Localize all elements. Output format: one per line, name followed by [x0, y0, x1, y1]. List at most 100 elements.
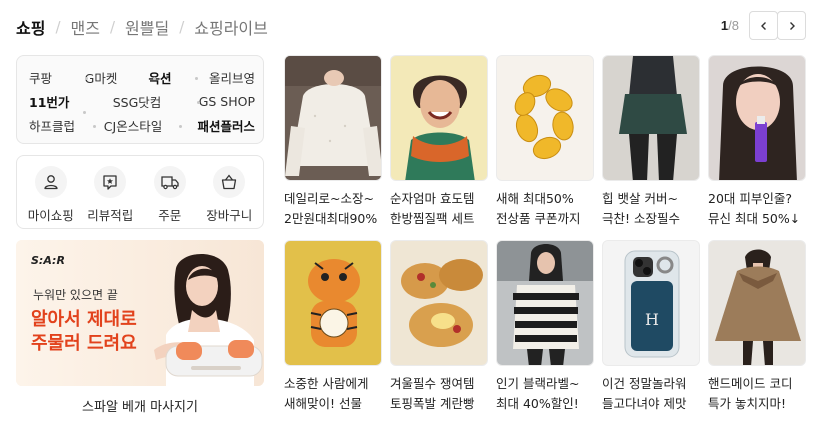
quick-label: 주문: [158, 208, 182, 223]
page-total: /8: [728, 18, 739, 33]
mall-divider-dot: [195, 77, 198, 80]
prev-page-button[interactable]: [749, 11, 778, 40]
mall-link-coupang[interactable]: 쿠팡: [17, 68, 72, 87]
ad-caption[interactable]: 스파알 베개 마사지기: [16, 396, 264, 415]
quick-my-shopping[interactable]: 마이쇼핑: [23, 156, 79, 228]
mall-link-cjonstyle[interactable]: CJ온스타일: [87, 116, 179, 135]
product-name-line1: 핸드메이드 코디: [708, 376, 793, 391]
product-thumbnail: [284, 55, 382, 181]
next-page-button[interactable]: [777, 11, 806, 40]
truck-icon: [153, 166, 186, 198]
product-name-line1: 20대 피부인줄?: [708, 191, 793, 206]
product-name-line1: 겨울필수 쟁여템: [390, 376, 475, 391]
quick-cart[interactable]: 장바구니: [201, 156, 257, 228]
ad-banner[interactable]: S:A:R 누워만 있으면 끝 알아서 제대로 주물러 드려요: [16, 240, 264, 386]
product-thumbnail: [708, 55, 806, 181]
product-name-line2: 전상품 쿠폰까지: [496, 211, 581, 226]
product-name: 데일리로~소장~ 2만원대최대90%: [284, 189, 382, 229]
product-name-line2: 토핑폭발 계란빵: [390, 396, 475, 411]
product-card[interactable]: H 이건 정말놀라워들고다녀야 제맛: [602, 240, 700, 414]
mall-link-auction[interactable]: 옥션: [130, 68, 190, 87]
quick-review-points[interactable]: 리뷰적립: [82, 156, 138, 228]
mall-divider-dot: [85, 77, 88, 80]
product-name-line2: 새해맞이! 선물: [284, 396, 362, 411]
product-name-line2: 2만원대최대90%: [284, 211, 378, 226]
product-card[interactable]: 인기 블랙라벨~ 최대 40%할인!: [496, 240, 594, 414]
product-name: 새해 최대50% 전상품 쿠폰까지: [496, 189, 594, 229]
product-name-line2: 들고다녀야 제맛: [602, 396, 687, 411]
ad-brand-logo: S:A:R: [31, 254, 65, 267]
product-name: 핸드메이드 코디특가 놓치지마!: [708, 374, 806, 414]
product-card[interactable]: 데일리로~소장~ 2만원대최대90%: [284, 55, 382, 229]
product-name: 겨울필수 쟁여템토핑폭발 계란빵: [390, 374, 488, 414]
chevron-left-icon: [760, 21, 766, 30]
product-thumbnail: [708, 240, 806, 366]
mall-divider-dot: [93, 125, 96, 128]
product-thumbnail: [390, 55, 488, 181]
product-name-line1: 소중한 사람에게: [284, 376, 369, 391]
mall-link-11st[interactable]: 11번가: [17, 92, 83, 111]
product-name: 인기 블랙라벨~ 최대 40%할인!: [496, 374, 594, 414]
mall-link-fashionplus[interactable]: 패션플러스: [179, 116, 265, 135]
product-card[interactable]: 핸드메이드 코디특가 놓치지마!: [708, 240, 806, 414]
mall-divider-dot: [179, 125, 182, 128]
tab-shopping[interactable]: 쇼핑: [16, 15, 45, 39]
product-name-line1: 이건 정말놀라워: [602, 376, 687, 391]
product-name-line1: 데일리로~소장~: [284, 191, 374, 206]
product-thumbnail: [284, 240, 382, 366]
mall-link-ssg[interactable]: SSG닷컴: [89, 92, 185, 111]
mall-link-gmarket[interactable]: G마켓: [72, 68, 130, 87]
product-name-line2: 뮤신 최대 50%↓: [708, 211, 801, 226]
product-thumbnail: [496, 55, 594, 181]
tab-mens[interactable]: 맨즈: [71, 15, 100, 39]
tab-divider: /: [109, 18, 116, 36]
product-name-line1: 인기 블랙라벨~: [496, 376, 580, 391]
product-name-line1: 새해 최대50%: [496, 191, 574, 206]
product-thumbnail: H: [602, 240, 700, 366]
quick-orders[interactable]: 주문: [142, 156, 198, 228]
product-card[interactable]: 순자엄마 효도템한방찜질팩 세트: [390, 55, 488, 229]
product-name: 순자엄마 효도템한방찜질팩 세트: [390, 189, 488, 229]
product-thumbnail: [496, 240, 594, 366]
product-name-line2: 극찬! 소장필수: [602, 211, 680, 226]
ad-headline: 알아서 제대로 주물러 드려요: [31, 309, 137, 354]
quick-label: 리뷰적립: [87, 208, 134, 223]
product-card[interactable]: 소중한 사람에게새해맞이! 선물: [284, 240, 382, 414]
mall-link-halfclub[interactable]: 하프클럽: [17, 116, 87, 135]
product-name: 힙 뱃살 커버~ 극찬! 소장필수: [602, 189, 700, 229]
review-star-icon: [94, 166, 127, 198]
tab-one-plus-deal[interactable]: 원쁠딜: [125, 15, 169, 39]
product-thumbnail: [390, 240, 488, 366]
mall-link-oliveyoung[interactable]: 올리브영: [190, 68, 265, 87]
quick-label: 장바구니: [206, 208, 253, 223]
cart-bag-icon: [213, 166, 246, 198]
person-icon: [34, 166, 67, 198]
page-indicator: 1/8: [721, 18, 739, 33]
product-name-line2: 최대 40%할인!: [496, 396, 579, 411]
product-name: 이건 정말놀라워들고다녀야 제맛: [602, 374, 700, 414]
chevron-right-icon: [789, 21, 795, 30]
product-card[interactable]: 힙 뱃살 커버~ 극찬! 소장필수: [602, 55, 700, 229]
mall-divider-dot: [153, 77, 156, 80]
mall-divider-dot: [197, 101, 200, 104]
product-card[interactable]: 새해 최대50% 전상품 쿠폰까지: [496, 55, 594, 229]
product-name-line2: 한방찜질팩 세트: [390, 211, 475, 226]
product-name-line1: 순자엄마 효도템: [390, 191, 475, 206]
product-thumbnail: [602, 55, 700, 181]
product-card[interactable]: 20대 피부인줄? 뮤신 최대 50%↓: [708, 55, 806, 229]
mall-links-box: 쿠팡 G마켓 옥션 올리브영 11번가 SSG닷컴 GS SHOP 하프클럽 C…: [16, 55, 264, 144]
product-name: 20대 피부인줄? 뮤신 최대 50%↓: [708, 189, 806, 229]
quick-label: 마이쇼핑: [27, 208, 74, 223]
shopping-tabs: 쇼핑 / 맨즈 / 원쁠딜 / 쇼핑라이브: [16, 14, 268, 40]
tab-shopping-live[interactable]: 쇼핑라이브: [194, 15, 268, 39]
ad-subtitle: 누워만 있으면 끝: [33, 288, 118, 302]
tab-divider: /: [179, 18, 185, 36]
product-card[interactable]: 겨울필수 쟁여템토핑폭발 계란빵: [390, 240, 488, 414]
product-name-line1: 힙 뱃살 커버~: [602, 191, 678, 206]
svg-text:H: H: [645, 310, 659, 329]
product-name: 소중한 사람에게새해맞이! 선물: [284, 374, 382, 414]
quick-menu: 마이쇼핑 리뷰적립 주문 장바구니: [16, 155, 264, 229]
product-name-line2: 특가 놓치지마!: [708, 396, 786, 411]
pager: 1/8: [721, 11, 806, 40]
tab-divider: /: [55, 18, 61, 36]
